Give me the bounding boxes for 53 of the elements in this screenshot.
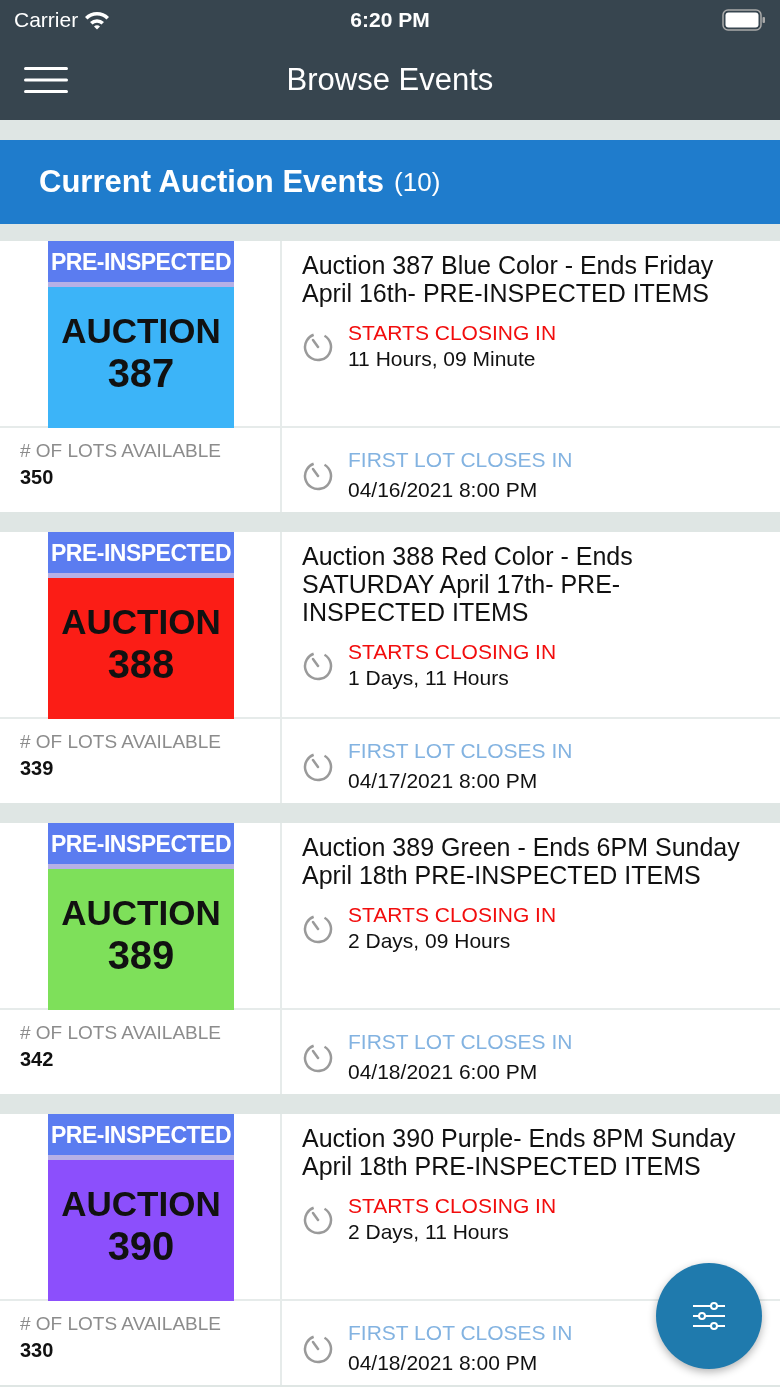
closing-time: 11 Hours, 09 Minute (348, 347, 537, 371)
carrier-name: Carrier (14, 8, 79, 32)
event-card[interactable]: PRE-INSPECTED AUCTION 390 Auction 390 Purple- Ends 8PM Sunday April 18th PRE-INSPECTED ITEMS STARTS CLOSING IN 2 Days, 11 Hours # OF LOTS AVAILABLE 330 FIRST LOT CLOSES IN 04/18/2021 8:00 PM (0, 1114, 780, 1385)
event-card[interactable]: PRE-INSPECTED AUCTION 389 Auction 389 Green - Ends 6PM Sunday April 18th PRE-INSPECTED ITEMS STARTS CLOSING IN 2 Days, 09 Hours # OF LOTS AVAILABLE 342 FIRST LOT CLOSES IN 04/18/2021 6:00 PM (0, 823, 780, 1094)
closing-label: STARTS CLOSING IN (348, 1194, 557, 1218)
menu-icon[interactable] (24, 66, 68, 94)
first-lot-time: 04/16/2021 8:00 PM (348, 478, 539, 502)
lots-count: 342 (20, 1048, 55, 1071)
thumbnail-number: 387 (107, 351, 175, 395)
sliders-icon (692, 1302, 726, 1330)
thumbnail-banner: PRE-INSPECTED (48, 532, 234, 578)
thumbnail-banner: PRE-INSPECTED (48, 1114, 234, 1160)
wifi-icon (84, 10, 111, 30)
thumbnail-banner: PRE-INSPECTED (48, 823, 234, 869)
event-card[interactable]: PRE-INSPECTED AUCTION 388 Auction 388 Red Color - Ends SATURDAY April 17th- PRE-INSPECTED ITEMS STARTS CLOSING IN 1 Days, 11 Hours # OF LOTS AVAILABLE 339 FIRST LOT CLOSES IN 04/17/2021 8:00 PM (0, 532, 780, 803)
lots-count: 330 (20, 1339, 55, 1362)
event-count: (10) (394, 166, 441, 198)
section-title: Current Auction Events (39, 164, 385, 200)
first-lot-label: FIRST LOT CLOSES IN (348, 448, 573, 472)
thumbnail-label: AUCTION (61, 311, 221, 351)
first-lot-time: 04/17/2021 8:00 PM (348, 769, 539, 793)
thumbnail-label: AUCTION (61, 1184, 221, 1224)
event-title: Auction 388 Red Color - Ends SATURDAY April 17th- PRE-INSPECTED ITEMS (302, 542, 634, 626)
lots-label: # OF LOTS AVAILABLE (20, 440, 221, 462)
event-card[interactable]: PRE-INSPECTED AUCTION 387 Auction 387 Blue Color - Ends Friday April 16th- PRE-INSPECTED ITEMS STARTS CLOSING IN 11 Hours, 09 Minute # OF LOTS AVAILABLE 350 FIRST LOT CLOSES IN 04/16/2021 8:00 PM (0, 241, 780, 512)
lots-count: 339 (20, 757, 55, 780)
status-time: 6:20 PM (349, 8, 431, 32)
lots-label: # OF LOTS AVAILABLE (20, 1022, 221, 1044)
first-lot-time: 04/18/2021 6:00 PM (348, 1060, 539, 1084)
closing-label: STARTS CLOSING IN (348, 640, 557, 664)
first-lot-label: FIRST LOT CLOSES IN (348, 739, 573, 763)
closing-label: STARTS CLOSING IN (348, 321, 557, 345)
first-lot-label: FIRST LOT CLOSES IN (348, 1321, 573, 1345)
lots-label: # OF LOTS AVAILABLE (20, 731, 221, 753)
thumbnail-number: 390 (107, 1224, 175, 1268)
closing-label: STARTS CLOSING IN (348, 903, 557, 927)
lots-label: # OF LOTS AVAILABLE (20, 1313, 221, 1335)
thumbnail-banner: PRE-INSPECTED (48, 241, 234, 287)
event-title: Auction 390 Purple- Ends 8PM Sunday April 18th PRE-INSPECTED ITEMS (302, 1124, 737, 1180)
first-lot-label: FIRST LOT CLOSES IN (348, 1030, 573, 1054)
closing-time: 2 Days, 09 Hours (348, 929, 512, 953)
closing-time: 1 Days, 11 Hours (348, 666, 510, 690)
thumbnail-number: 388 (107, 642, 175, 686)
event-title: Auction 389 Green - Ends 6PM Sunday April 18th PRE-INSPECTED ITEMS (302, 833, 741, 889)
battery-icon (722, 9, 766, 31)
event-title: Auction 387 Blue Color - Ends Friday April 16th- PRE-INSPECTED ITEMS (302, 251, 715, 307)
thumbnail-label: AUCTION (61, 893, 221, 933)
lots-count: 350 (20, 466, 55, 489)
screen-title: Browse Events (285, 62, 495, 98)
thumbnail-number: 389 (107, 933, 175, 977)
first-lot-time: 04/18/2021 8:00 PM (348, 1351, 539, 1375)
closing-time: 2 Days, 11 Hours (348, 1220, 510, 1244)
thumbnail-label: AUCTION (61, 602, 221, 642)
